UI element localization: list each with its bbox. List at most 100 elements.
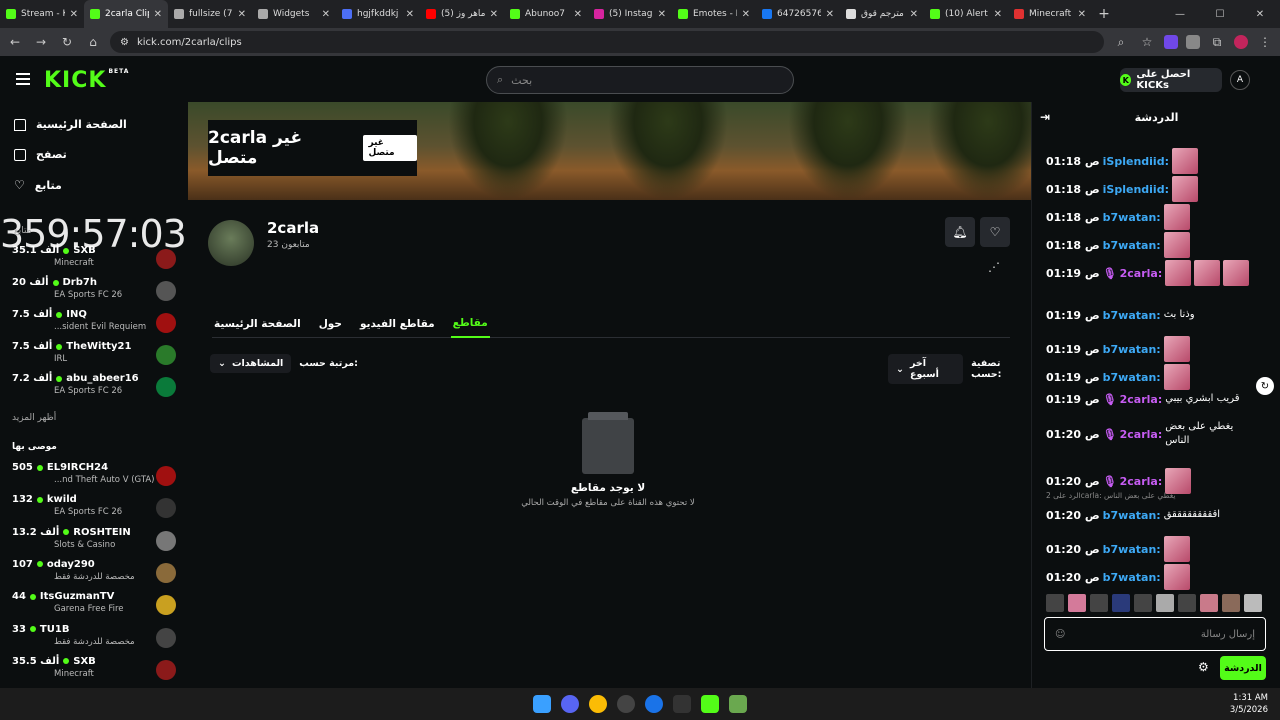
emote-icon[interactable] [1222,594,1240,612]
browser-tab[interactable]: (10) Alert ✕ [924,0,1008,28]
browser-tab[interactable]: Widgets ✕ [252,0,336,28]
browser-tab[interactable]: fullsize (70 ✕ [168,0,252,28]
emote-icon[interactable] [1134,594,1152,612]
close-tab-icon[interactable]: ✕ [574,9,582,20]
reload-icon[interactable]: ↻ [58,35,76,49]
channel-tab[interactable]: مقاطع [450,310,490,338]
windows-start-icon[interactable] [533,695,551,713]
chat-username[interactable]: b7watan: [1103,211,1161,224]
chrome-icon[interactable] [589,695,607,713]
close-tab-icon[interactable]: ✕ [826,9,834,20]
close-tab-icon[interactable]: ✕ [238,9,246,20]
user-avatar[interactable]: A [1230,70,1250,90]
chat-username[interactable]: 2carla: [1120,428,1163,441]
channel-tab[interactable]: حول [317,310,344,338]
close-tab-icon[interactable]: ✕ [994,9,1002,20]
chat-username[interactable]: iSplendiid: [1103,155,1169,168]
sidebar-channel-item[interactable]: 33 TU1B مخصصة للدردشة فقط [12,624,178,654]
sidebar-channel-item[interactable]: 7.5 ألف INQ ...sident Evil Requiem [12,309,178,339]
browser-tab[interactable]: Abunoo7 ✕ [504,0,588,28]
zoom-icon[interactable]: ⌕ [1112,35,1130,50]
sidebar-channel-item[interactable]: 505 EL9IRCH24 ...nd Theft Auto V (GTA) [12,462,178,492]
menu-icon[interactable] [16,73,30,85]
sidebar-channel-item[interactable]: 44 ItsGuzmanTV Garena Free Fire [12,591,178,621]
home-browser-icon[interactable]: ⌂ [84,35,102,49]
sidebar-channel-item[interactable]: 35.5 ألف SXB Minecraft [12,656,178,686]
get-kicks-button[interactable]: K احصل على KICKs [1120,68,1222,92]
bookmark-star-icon[interactable]: ☆ [1138,35,1156,49]
close-tab-icon[interactable]: ✕ [742,9,750,20]
sidebar-channel-item[interactable]: 13.2 ألف ROSHTEIN Slots & Casino [12,527,178,557]
share-icon[interactable]: ⋰ [988,260,1000,274]
chat-input[interactable]: ☺ إرسال رسالة [1044,617,1266,651]
emote-icon[interactable] [1090,594,1108,612]
chat-settings-icon[interactable]: ⚙ [1198,660,1209,674]
emote-icon[interactable] [1068,594,1086,612]
app-icon[interactable] [645,695,663,713]
sidebar-item-browse[interactable]: تصفح [14,148,67,161]
maximize-button[interactable]: ☐ [1200,9,1240,20]
emoji-icon[interactable]: ☺ [1055,629,1065,640]
new-tab-button[interactable]: + [1092,6,1116,22]
extension-icon[interactable] [1164,35,1178,49]
sort-dropdown[interactable]: ⌄ المشاهدات [210,354,292,373]
sidebar-item-home[interactable]: الصفحة الرئيسية [14,118,127,131]
follow-button[interactable]: ♡ [980,217,1010,247]
filter-dropdown[interactable]: ⌄ آخر أسبوع [888,354,964,384]
search-input[interactable]: ⌕ بحث [486,66,794,94]
close-window-button[interactable]: ✕ [1240,9,1280,20]
close-tab-icon[interactable]: ✕ [658,9,666,20]
emote-icon[interactable] [1046,594,1064,612]
sidebar-channel-item[interactable]: 7.5 ألف TheWitty21 IRL [12,341,178,371]
app-icon[interactable] [673,695,691,713]
sidebar-channel-item[interactable]: 35.1 ألف SXB Minecraft [12,245,178,275]
channel-tab[interactable]: مقاطع الفيديو [358,310,437,338]
scroll-down-button[interactable]: ↻ [1256,377,1274,395]
sidebar-channel-item[interactable]: 107 oday290 مخصصة للدردشة فقط [12,559,178,589]
close-tab-icon[interactable]: ✕ [322,9,330,20]
extensions-puzzle-icon[interactable]: ⧉ [1208,35,1226,50]
chat-username[interactable]: iSplendiid: [1103,183,1169,196]
site-info-icon[interactable]: ⚙ [120,37,129,48]
discord-icon[interactable] [561,695,579,713]
browser-tab[interactable]: hgjfkddkj ✕ [336,0,420,28]
send-chat-button[interactable]: الدردشة [1220,656,1266,680]
show-more-link[interactable]: أظهر المزيد [12,413,56,423]
emote-icon[interactable] [1112,594,1130,612]
channel-tab[interactable]: الصفحة الرئيسية [212,310,303,338]
kick-app-icon[interactable] [701,695,719,713]
notification-bell-button[interactable]: 🔔︎ [945,217,975,247]
browser-tab[interactable]: مترجم قوق ✕ [840,0,924,28]
browser-tab[interactable]: (5) ماهر وز ✕ [420,0,504,28]
back-icon[interactable]: ← [6,35,24,49]
minecraft-icon[interactable] [729,695,747,713]
close-tab-icon[interactable]: ✕ [70,9,78,20]
browser-tab[interactable]: Emotes - K ✕ [672,0,756,28]
browser-menu-icon[interactable]: ⋮ [1256,35,1274,49]
collapse-chat-icon[interactable]: ⇥ [1040,110,1050,124]
extension-icon[interactable] [1186,35,1200,49]
browser-tab[interactable]: Stream - K ✕ [0,0,84,28]
close-tab-icon[interactable]: ✕ [154,9,162,20]
kick-logo[interactable]: KICK BETA [44,68,129,93]
emote-icon[interactable] [1244,594,1262,612]
close-tab-icon[interactable]: ✕ [1078,9,1086,20]
obs-icon[interactable] [617,695,635,713]
browser-tab[interactable]: Minecraft ✕ [1008,0,1092,28]
close-tab-icon[interactable]: ✕ [910,9,918,20]
forward-icon[interactable]: → [32,35,50,49]
browser-tab[interactable]: 2carla Clip ✕ [84,0,168,28]
sidebar-channel-item[interactable]: 132 kwild EA Sports FC 26 [12,494,178,524]
minimize-button[interactable]: — [1160,9,1200,20]
chat-username[interactable]: b7watan: [1103,571,1161,584]
sidebar-channel-item[interactable]: 7.2 ألف abu_abeer16 EA Sports FC 26 [12,373,178,403]
chat-username[interactable]: b7watan: [1103,309,1161,322]
chat-username[interactable]: 2carla: [1120,475,1163,488]
chat-username[interactable]: b7watan: [1103,343,1161,356]
url-field[interactable]: ⚙ kick.com/2carla/clips [110,31,1104,53]
close-tab-icon[interactable]: ✕ [490,9,498,20]
chat-username[interactable]: 2carla: [1120,393,1163,406]
chat-username[interactable]: b7watan: [1103,239,1161,252]
emote-icon[interactable] [1200,594,1218,612]
emote-icon[interactable] [1178,594,1196,612]
